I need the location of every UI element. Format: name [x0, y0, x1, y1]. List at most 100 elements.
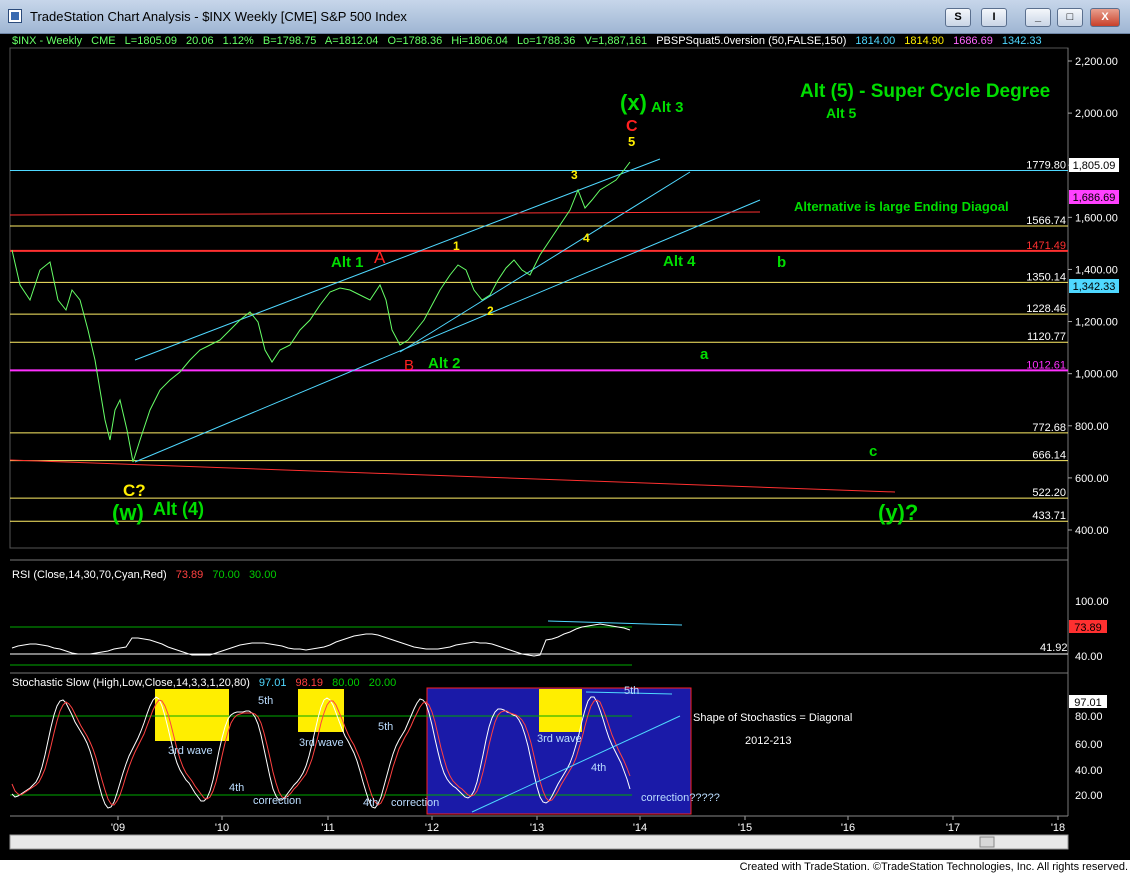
third-wave-box-1 [155, 689, 229, 741]
x-tick-label: '11 [321, 822, 335, 834]
app-icon [8, 9, 22, 23]
chart-canvas: $INX - Weekly CME L=1805.09 20.06 1.12% … [9, 35, 1119, 850]
label-c-green: c [869, 443, 877, 460]
label-a-red: A [374, 248, 386, 267]
fourth-label-2: 4th [363, 797, 378, 809]
stoch-years-note: 2012-213 [745, 735, 792, 747]
correction-label-1: correction [253, 795, 301, 807]
rsi-header: RSI (Close,14,30,70,Cyan,Red) 73.89 70.0… [12, 569, 276, 581]
label-b-green: b [777, 254, 786, 271]
correction-question-label: correction????? [641, 792, 720, 804]
x-axis: '09 '10 '11 '12 '13 '14 '15 '16 '17 '18 [10, 815, 1068, 834]
level-label: 433.71 [1032, 510, 1066, 522]
price-tick-label: 1,400.00 [1075, 264, 1118, 276]
fifth-label-1: 5th [258, 695, 273, 707]
stoch-shape-note: Shape of Stochastics = Diagonal [693, 712, 852, 724]
x-tick-label: '16 [841, 822, 855, 834]
credit-text: Created with TradeStation. ©TradeStation… [739, 861, 1128, 873]
level-label: 772.68 [1032, 422, 1066, 434]
x-tick-label: '09 [111, 822, 125, 834]
third-wave-box-3 [539, 689, 582, 732]
label-a-green: a [700, 346, 709, 363]
label-alt5: Alt 5 [826, 105, 857, 121]
stoch-axis-label: 60.00 [1075, 739, 1103, 751]
window-title: TradeStation Chart Analysis - $INX Weekl… [30, 9, 407, 24]
third-wave-label-1: 3rd wave [168, 745, 213, 757]
minimize-button[interactable]: _ [1025, 8, 1051, 27]
label-alt3: Alt 3 [651, 99, 684, 116]
rsi-axis-40: 40.00 [1075, 651, 1103, 663]
third-wave-label-3: 3rd wave [537, 733, 582, 745]
x-tick-label: '13 [530, 822, 544, 834]
level-label: 1779.80 [1026, 159, 1066, 171]
level-label: 1120.77 [1027, 331, 1066, 343]
level-label: 666.14 [1032, 450, 1066, 462]
label-ending-diagonal: Alternative is large Ending Diagoal [794, 199, 1009, 214]
stoch-axis-label: 80.00 [1075, 711, 1103, 723]
stoch-axis-label: 40.00 [1075, 765, 1103, 777]
rsi-marker-text: 73.89 [1074, 622, 1102, 634]
level-label: 1228.46 [1026, 303, 1066, 315]
stoch-axis-label: 20.00 [1075, 790, 1103, 802]
x-tick-label: '12 [425, 822, 439, 834]
marker-1342-text: 1,342.33 [1073, 281, 1116, 293]
fourth-label-3: 4th [591, 762, 606, 774]
header-line: $INX - Weekly CME L=1805.09 20.06 1.12% … [12, 35, 1042, 47]
price-tick-label: 1,000.00 [1075, 369, 1118, 381]
level-label: 1471.49 [1026, 240, 1066, 252]
label-b-red: B [404, 357, 414, 374]
price-tick-label: 2,200.00 [1075, 56, 1118, 68]
status-bar: Created with TradeStation. ©TradeStation… [0, 860, 1130, 875]
label-y-wave: (y)? [878, 500, 918, 525]
label-x-wave: (x) [620, 90, 647, 115]
third-wave-box-2 [298, 689, 344, 732]
rsi-level-41: 41.92 [1040, 642, 1068, 654]
marker-1686-text: 1,686.69 [1073, 192, 1116, 204]
stoch-axis: 80.00 60.00 40.00 20.00 [1075, 711, 1103, 802]
info-button[interactable]: I [981, 8, 1007, 27]
maximize-button[interactable]: □ [1057, 8, 1083, 27]
x-tick-label: '10 [215, 822, 229, 834]
label-alt5-super: Alt (5) - Super Cycle Degree [800, 81, 1050, 102]
horizontal-scrollbar[interactable] [9, 834, 1069, 850]
label-one: 1 [453, 239, 460, 253]
window-titlebar: TradeStation Chart Analysis - $INX Weekl… [0, 0, 1130, 34]
chart-area[interactable]: $INX - Weekly CME L=1805.09 20.06 1.12% … [0, 34, 1130, 860]
level-label: 1566.74 [1026, 215, 1066, 227]
x-tick-label: '14 [633, 822, 647, 834]
rsi-line [11, 623, 631, 657]
level-label: 1012.61 [1026, 359, 1066, 371]
level-label: 522.20 [1032, 487, 1066, 499]
stoch-header: Stochastic Slow (High,Low,Close,14,3,3,1… [12, 677, 396, 689]
x-tick-label: '17 [946, 822, 960, 834]
price-axis: 2,200.002,000.001,800.001,600.001,400.00… [1068, 56, 1118, 537]
label-c-red: C [626, 118, 638, 135]
label-five: 5 [628, 134, 635, 149]
third-wave-label-2: 3rd wave [299, 737, 344, 749]
x-tick-label: '18 [1051, 822, 1065, 834]
symbol-link-button[interactable]: S [945, 8, 971, 27]
rsi-axis-100: 100.00 [1075, 596, 1109, 608]
label-four: 4 [583, 231, 590, 245]
price-tick-label: 400.00 [1075, 525, 1109, 537]
label-c-question: C? [123, 481, 146, 500]
stoch-marker-text: 97.01 [1074, 697, 1102, 709]
rsi-trendline [547, 620, 683, 626]
price-panel[interactable] [9, 47, 1069, 549]
x-tick-label: '15 [738, 822, 752, 834]
label-three: 3 [571, 168, 578, 182]
label-w-wave: (w) [112, 500, 144, 525]
fifth-label-2: 5th [378, 721, 393, 733]
correction-label-2: correction [391, 797, 439, 809]
price-tick-label: 800.00 [1075, 421, 1109, 433]
price-tick-label: 1,600.00 [1075, 212, 1118, 224]
fifth-label-3: 5th [624, 685, 639, 697]
price-tick-label: 600.00 [1075, 473, 1109, 485]
level-label: 1350.14 [1026, 271, 1066, 283]
price-tick-label: 1,200.00 [1075, 317, 1118, 329]
scrollbar-thumb[interactable] [979, 836, 995, 848]
price-tick-label: 2,000.00 [1075, 108, 1118, 120]
label-alt4: Alt 4 [663, 253, 696, 270]
close-button[interactable]: X [1090, 8, 1120, 27]
label-alt4-paren: Alt (4) [153, 499, 204, 519]
